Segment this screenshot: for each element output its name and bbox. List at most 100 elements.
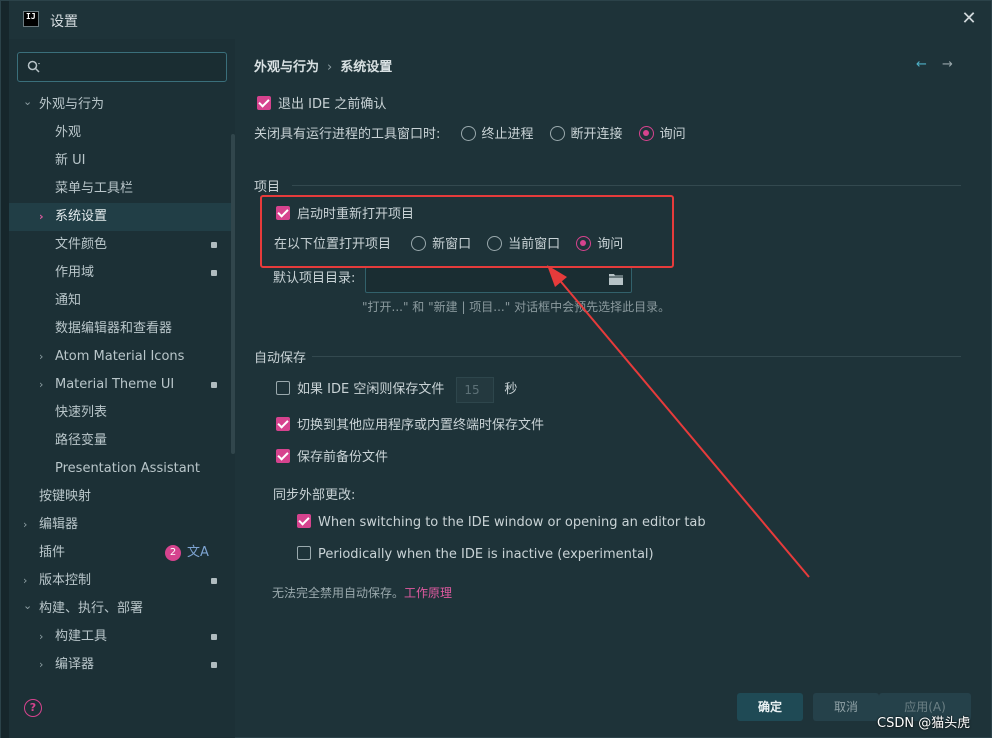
breadcrumb-current: 系统设置 bbox=[340, 60, 393, 75]
settings-dialog: IJ 设置 ✕ ⌄ 外观与行为 外观新 UI 菜单与工具栏 › 系统设置 文件颜色 作用域 通知… bbox=[0, 0, 992, 738]
ok-button[interactable]: 确定 bbox=[737, 693, 803, 721]
sync-switching-checkbox[interactable]: When switching to the IDE window or open… bbox=[297, 512, 706, 534]
chevron-right-icon[interactable]: › bbox=[39, 371, 49, 399]
watermark: CSDN @猫头虎 bbox=[877, 716, 971, 731]
help-icon[interactable]: ? bbox=[24, 699, 42, 717]
close-tool-option[interactable]: 断开连接 bbox=[549, 124, 623, 146]
sync-switching-label: When switching to the IDE window or open… bbox=[318, 515, 706, 530]
sidebar-item[interactable]: Presentation Assistant bbox=[9, 455, 235, 483]
chevron-right-icon[interactable]: › bbox=[23, 511, 33, 539]
chevron-right-icon[interactable]: › bbox=[39, 651, 49, 679]
intellij-app-icon: IJ bbox=[23, 11, 39, 27]
cancel-button[interactable]: 取消 bbox=[813, 693, 879, 721]
sidebar-item-label: 按键映射 bbox=[39, 489, 92, 504]
sidebar-item[interactable]: ⌄ 构建、执行、部署 bbox=[9, 595, 235, 623]
default-dir-input[interactable] bbox=[365, 267, 632, 293]
sidebar-item[interactable]: › Atom Material Icons bbox=[9, 343, 235, 371]
checkbox-checked-icon[interactable] bbox=[297, 514, 311, 528]
sidebar-item[interactable]: 插件 2 文A bbox=[9, 539, 235, 567]
project-section-title: 项目 bbox=[254, 180, 281, 195]
sidebar-item[interactable]: 按键映射 bbox=[9, 483, 235, 511]
search-input[interactable] bbox=[17, 52, 227, 82]
sidebar-item[interactable]: 新 UI bbox=[9, 147, 235, 175]
autosave-note-text: 无法完全禁用自动保存。 bbox=[272, 586, 405, 600]
default-dir-hint: "打开..." 和 "新建 | 项目..." 对话框中会预先选择此目录。 bbox=[362, 300, 671, 314]
checkbox-unchecked-icon[interactable] bbox=[297, 546, 311, 560]
chevron-right-icon[interactable]: › bbox=[39, 623, 49, 651]
close-tool-option-label: 询问 bbox=[659, 127, 686, 142]
close-icon[interactable]: ✕ bbox=[959, 9, 979, 29]
project-level-icon bbox=[211, 578, 217, 584]
autosave-note: 无法完全禁用自动保存。工作原理 bbox=[272, 582, 452, 604]
settings-sidebar: ⌄ 外观与行为 外观新 UI 菜单与工具栏 › 系统设置 文件颜色作用域通知数据编辑器和查看… bbox=[9, 39, 235, 738]
sidebar-item-label: 新 UI bbox=[55, 153, 86, 168]
sidebar-item-label: Atom Material Icons bbox=[55, 349, 185, 364]
sidebar-item-label: 编辑器 bbox=[39, 517, 79, 532]
chevron-down-icon[interactable]: ⌄ bbox=[23, 595, 33, 623]
sidebar-item[interactable]: 通知 bbox=[9, 287, 235, 315]
sidebar-item[interactable]: › Material Theme UI bbox=[9, 371, 235, 399]
sidebar-item-label: 编译器 bbox=[55, 657, 95, 672]
sidebar-item[interactable]: ⌄ 外观与行为 bbox=[9, 91, 235, 119]
breadcrumb-separator: › bbox=[327, 60, 333, 75]
section-divider bbox=[292, 185, 961, 186]
chevron-right-icon[interactable]: › bbox=[39, 203, 49, 231]
sidebar-item[interactable]: 外观 bbox=[9, 119, 235, 147]
sidebar-item[interactable]: 路径变量 bbox=[9, 427, 235, 455]
sidebar-item[interactable]: › 编译器 bbox=[9, 651, 235, 679]
breadcrumb-parent[interactable]: 外观与行为 bbox=[254, 60, 319, 75]
sidebar-item[interactable]: 文件颜色 bbox=[9, 231, 235, 259]
sidebar-item-label: 版本控制 bbox=[39, 573, 92, 588]
sidebar-item-label: 通知 bbox=[55, 293, 82, 308]
sidebar-item[interactable]: › 版本控制 bbox=[9, 567, 235, 595]
translate-icon: 文A bbox=[187, 545, 209, 560]
checkbox-unchecked-icon[interactable] bbox=[276, 381, 290, 395]
checkbox-checked-icon[interactable] bbox=[276, 449, 290, 463]
sync-label: 同步外部更改: bbox=[273, 488, 356, 503]
sidebar-item-label: Presentation Assistant bbox=[55, 461, 200, 476]
checkbox-checked-icon[interactable] bbox=[257, 96, 271, 110]
backup-save-checkbox[interactable]: 保存前备份文件 bbox=[276, 447, 388, 469]
sidebar-item[interactable]: › 系统设置 bbox=[9, 203, 235, 231]
sidebar-item[interactable]: 数据编辑器和查看器 bbox=[9, 315, 235, 343]
switch-save-label: 切换到其他应用程序或内置终端时保存文件 bbox=[297, 418, 545, 433]
radio-selected-icon[interactable] bbox=[638, 126, 654, 141]
checkbox-checked-icon[interactable] bbox=[276, 417, 290, 431]
sidebar-item[interactable]: 作用域 bbox=[9, 259, 235, 287]
how-it-works-link[interactable]: 工作原理 bbox=[404, 586, 452, 600]
switch-save-checkbox[interactable]: 切换到其他应用程序或内置终端时保存文件 bbox=[276, 415, 544, 437]
idle-save-seconds-input[interactable]: 15 bbox=[456, 376, 495, 403]
idle-save-unit: 秒 bbox=[504, 382, 518, 397]
chevron-right-icon[interactable]: › bbox=[39, 343, 49, 371]
idle-save-row: 如果 IDE 空闲则保存文件 15 秒 bbox=[276, 375, 517, 405]
back-arrow-icon[interactable]: ← bbox=[916, 57, 927, 72]
breadcrumb: 外观与行为 › 系统设置 bbox=[254, 56, 392, 75]
close-tool-option[interactable]: 终止进程 bbox=[460, 124, 534, 146]
section-divider bbox=[312, 356, 961, 357]
idle-save-label: 如果 IDE 空闲则保存文件 bbox=[297, 382, 445, 397]
folder-icon[interactable] bbox=[609, 273, 623, 285]
sidebar-item[interactable]: › 构建工具 bbox=[9, 623, 235, 651]
confirm-exit-checkbox[interactable]: 退出 IDE 之前确认 bbox=[257, 94, 386, 116]
sidebar-item[interactable]: › 编辑器 bbox=[9, 511, 235, 539]
chevron-right-icon[interactable]: › bbox=[23, 567, 33, 595]
sidebar-item[interactable]: 快速列表 bbox=[9, 399, 235, 427]
radio-unselected-icon[interactable] bbox=[460, 126, 476, 141]
sidebar-item-label: 作用域 bbox=[55, 265, 95, 280]
forward-arrow-icon[interactable]: → bbox=[942, 57, 953, 72]
sidebar-item[interactable]: 菜单与工具栏 bbox=[9, 175, 235, 203]
chevron-down-icon[interactable]: ⌄ bbox=[23, 91, 33, 119]
sync-periodic-checkbox[interactable]: Periodically when the IDE is inactive (e… bbox=[297, 544, 654, 566]
sidebar-item-label: 插件 bbox=[39, 545, 66, 560]
project-level-icon bbox=[211, 634, 217, 640]
close-tool-row: 关闭具有运行进程的工具窗口时: 终止进程 断开连接 询问 bbox=[254, 124, 686, 146]
sidebar-item-label: 数据编辑器和查看器 bbox=[55, 321, 173, 336]
sidebar-item-label: 菜单与工具栏 bbox=[55, 181, 134, 196]
close-tool-option[interactable]: 询问 bbox=[638, 124, 686, 146]
sync-periodic-label: Periodically when the IDE is inactive (e… bbox=[318, 547, 654, 562]
close-tool-option-label: 断开连接 bbox=[570, 127, 623, 142]
sidebar-scrollbar[interactable] bbox=[231, 134, 235, 454]
default-dir-label: 默认项目目录: bbox=[273, 271, 356, 286]
search-icon bbox=[27, 60, 40, 73]
radio-unselected-icon[interactable] bbox=[549, 126, 565, 141]
